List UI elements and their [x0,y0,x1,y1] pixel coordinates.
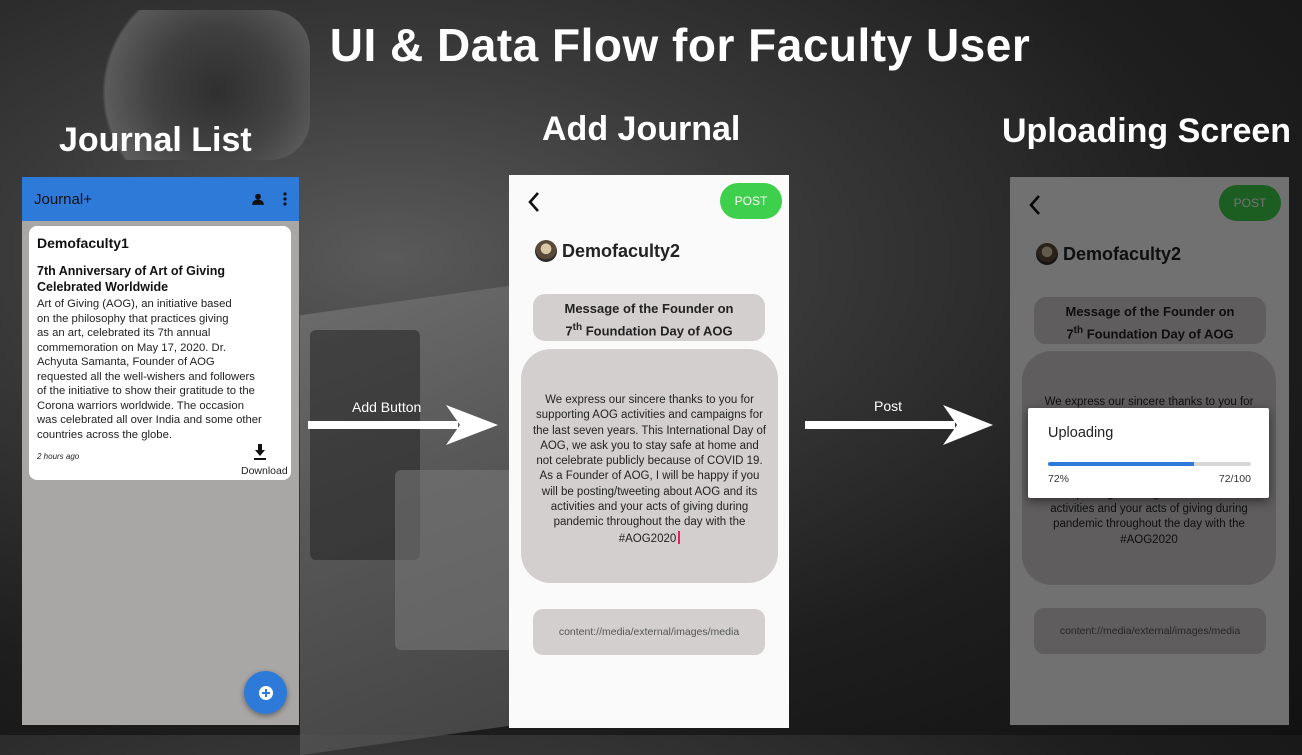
card-body-line: countries across the globe. [37,428,173,441]
back-arrow-icon[interactable] [527,191,541,218]
journal-list-screen: Journal+ Demofaculty1 7th Anniversary of… [22,177,299,725]
message-line: supporting AOG activities and campaigns … [536,409,763,422]
upload-progress-dialog: Uploading 72% 72/100 [1028,408,1269,498]
username: Demofaculty2 [562,241,681,261]
message-line: We express our sincere thanks to you for [545,394,754,406]
app-title: Journal+ [34,190,92,208]
avatar [535,240,557,262]
card-body-line: was celebrated all over India and some o… [37,414,262,426]
journal-title-field[interactable]: Message of the Founder on 7th Foundation… [533,294,765,341]
card-timestamp: 2 hours ago [37,452,80,461]
post-button[interactable]: POST [720,183,782,219]
card-body-line: Art of Giving (AOG), an initiative based [37,298,232,310]
progress-percent: 72% [1048,473,1070,485]
add-icon [258,685,273,700]
text-cursor [678,530,681,544]
card-heading: 7th Anniversary of Art of Giving Celebra… [37,263,283,295]
person-icon[interactable] [251,192,265,206]
title-rest: Foundation Day of AOG [582,323,733,339]
message-line: not celebrate publicly because of COVID … [536,455,763,468]
title-ordinal: 7 [565,323,573,339]
message-line: pandemic throughout the day with the [553,516,746,529]
message-line-last: #AOG2020 [529,530,770,547]
message-line: AOG, we ask you to stay safe at home and [540,439,759,452]
card-body-line: Corona warriors worldwide. The occasion [37,399,244,412]
download-icon[interactable] [253,444,267,465]
app-bar: Journal+ [22,177,299,221]
add-journal-button[interactable] [244,671,287,714]
title-line-2: 7th Foundation Day of AOG [533,318,765,340]
flow-arrow-1 [308,405,498,445]
section-title-uploading: Uploading Screen [1002,112,1292,150]
media-path-field[interactable]: content://media/external/images/media [533,609,765,655]
card-body-line: as an art, celebrated its 7th annual [37,327,211,339]
page-title: UI & Data Flow for Faculty User [329,19,1031,71]
card-heading-line: Celebrated Worldwide [37,280,169,294]
card-body-line: on the philosophy that practices giving [37,312,229,325]
background-trackpad [395,470,515,650]
card-body-line: Achyuta Samanta, Founder of AOG [37,356,215,368]
title-line: Message of the Founder on [564,301,734,316]
section-title-journal-list: Journal List [59,121,252,159]
message-line: #AOG2020 [618,532,677,545]
progress-bar-fill [1048,462,1195,466]
section-title-add-journal: Add Journal [542,110,741,148]
flow-arrow-2 [805,405,993,445]
progress-count: 72/100 [1218,473,1251,485]
card-author: Demofaculty1 [37,235,129,251]
journal-card[interactable]: Demofaculty1 7th Anniversary of Art of G… [29,226,291,480]
card-body-line: of the initiative to show their gratitud… [37,385,255,397]
progress-bar [1048,462,1251,466]
card-body-line: requested all the well-wishers and follo… [37,370,255,383]
card-body: Art of Giving (AOG), an initiative based… [37,297,292,442]
message-line: activities and your acts of giving durin… [550,501,749,514]
message-line: will be posting/tweeting about AOG and i… [541,485,758,498]
card-body-line: commemoration on May 17, 2020. Dr. [37,341,226,354]
message-line: As a Founder of AOG, I will be happy if … [539,470,760,483]
add-journal-screen: POST Demofaculty2 Message of the Founder… [509,175,789,728]
journal-message-field[interactable]: We express our sincere thanks to you for… [521,349,778,583]
dialog-title: Uploading [1048,425,1114,441]
download-button[interactable]: Download [241,465,288,477]
card-heading-line: 7th Anniversary of Art of Giving [37,264,225,278]
title-ordinal-suffix: th [572,322,583,333]
message-line: the last seven years. This International… [532,424,767,437]
more-vert-icon[interactable] [283,192,287,206]
uploading-screen: POST Demofaculty2 Message of the Founder… [1010,177,1289,725]
